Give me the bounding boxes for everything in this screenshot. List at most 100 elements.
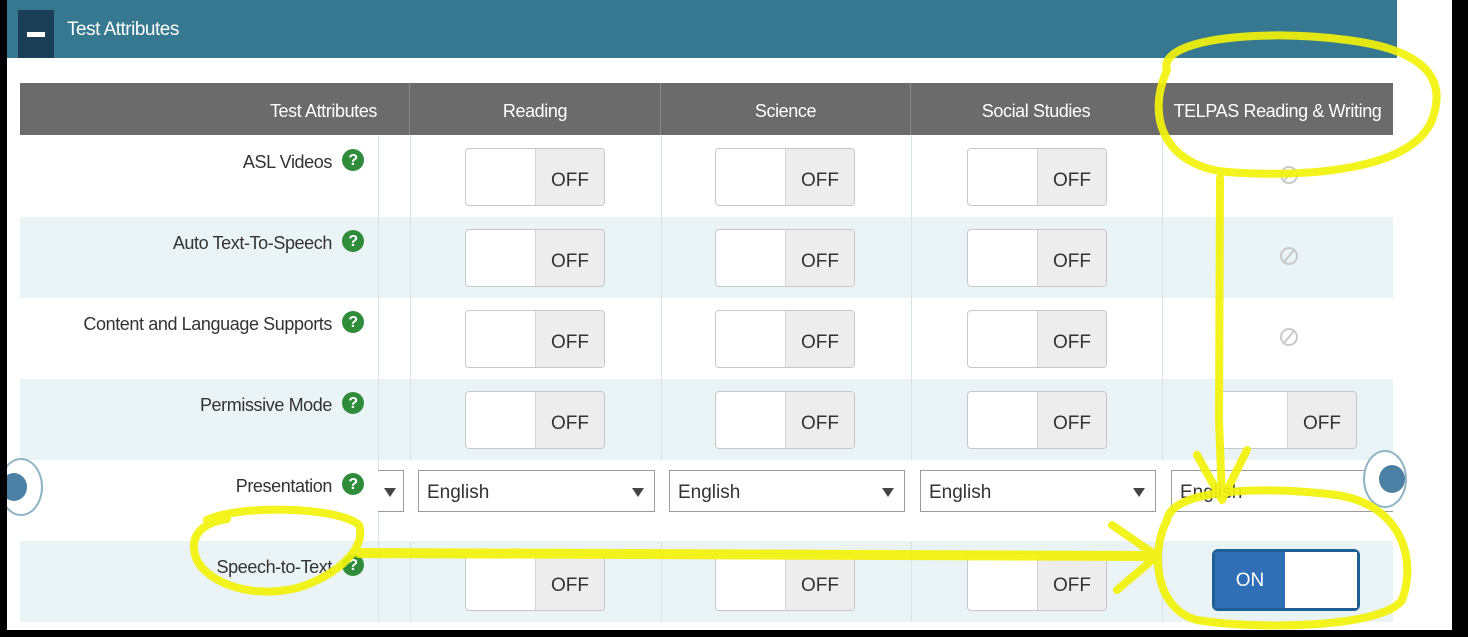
column-divider [911,379,912,460]
column-header-reading: Reading [410,83,661,135]
reading-toggle[interactable]: OFF [465,229,605,287]
test-attributes-panel: Test Attributes Test Attributes Reading … [7,0,1452,630]
science-toggle[interactable]: OFF [715,148,855,206]
help-icon[interactable]: ? [342,554,364,576]
column-divider [410,136,411,217]
toggle-off-label: OFF [785,230,854,286]
toggle-off-label: OFF [535,311,604,367]
table-row: Permissive Mode? OFF OFF OFF OFF [20,379,1393,460]
chevron-down-icon [632,488,644,497]
toggle-off-label: OFF [535,149,604,205]
panel-title: Test Attributes [67,19,179,40]
column-header-telpas: TELPAS Reading & Writing [1173,101,1382,121]
table-row: Speech-to-Text? OFF OFF OFF ON [20,541,1393,622]
row-label-cell: Permissive Mode? [20,379,379,460]
scroll-right-button[interactable] [1363,450,1407,508]
table-row: Auto Text-To-Speech? OFF OFF OFF [20,217,1393,298]
row-label: Speech-to-Text [216,557,333,577]
column-divider [661,298,662,379]
reading-language-select[interactable]: English [418,470,655,512]
select-value: English [678,482,741,503]
column-divider [661,217,662,298]
row-label-cell: Auto Text-To-Speech? [20,217,379,298]
science-toggle[interactable]: OFF [715,310,855,368]
reading-toggle[interactable]: OFF [465,553,605,611]
row-label: Presentation [235,476,333,496]
panel-header: Test Attributes [7,0,1397,58]
toggle-off-label: OFF [1037,230,1106,286]
toggle-on-label: ON [1215,552,1285,608]
toggle-off-label: OFF [1037,149,1106,205]
social-studies-language-select[interactable]: English [920,470,1156,512]
toggle-off-label: OFF [1037,392,1106,448]
science-toggle[interactable]: OFF [715,553,855,611]
grid-header: Test Attributes Reading Science Social S… [20,83,1393,135]
toggle-knob [1289,552,1357,608]
select-value: English [929,482,992,503]
disabled-icon [1280,166,1298,184]
telpas-toggle-on[interactable]: ON [1212,549,1360,611]
column-divider [661,541,662,622]
arrow-left-icon [7,473,27,501]
column-divider [661,379,662,460]
row-label-cell: Speech-to-Text? [20,541,379,622]
toggle-off-label: OFF [785,149,854,205]
telpas-toggle[interactable]: OFF [1217,391,1357,449]
social-studies-toggle[interactable]: OFF [967,229,1107,287]
chevron-down-icon [384,488,396,497]
social-studies-toggle[interactable]: OFF [967,391,1107,449]
social-studies-toggle[interactable]: OFF [967,148,1107,206]
row-label-cell: Content and Language Supports? [20,298,379,379]
chevron-down-icon [882,488,894,497]
column-divider [1162,379,1163,460]
row-label: ASL Videos [242,152,332,172]
help-icon[interactable]: ? [342,311,364,333]
column-divider [410,217,411,298]
science-toggle[interactable]: OFF [715,391,855,449]
help-icon[interactable]: ? [342,392,364,414]
column-divider [1162,217,1163,298]
help-icon[interactable]: ? [342,473,364,495]
science-language-select[interactable]: English [669,470,905,512]
row-label: Auto Text-To-Speech [172,233,333,253]
telpas-language-select[interactable]: English [1171,470,1393,512]
help-icon[interactable]: ? [342,149,364,171]
disabled-icon [1280,328,1298,346]
toggle-off-label: OFF [1287,392,1356,448]
toggle-off-label: OFF [1037,311,1106,367]
reading-toggle[interactable]: OFF [465,148,605,206]
column-divider [911,217,912,298]
chevron-down-icon [1133,488,1145,497]
column-divider [911,541,912,622]
table-row: Content and Language Supports? OFF OFF O… [20,298,1393,379]
row-label: Permissive Mode [199,395,332,415]
table-row: ASL Videos? OFF OFF OFF [20,136,1393,217]
toggle-off-label: OFF [785,392,854,448]
collapse-button[interactable] [18,10,54,58]
column-divider [410,379,411,460]
minus-icon [27,32,45,37]
column-divider [1162,298,1163,379]
column-divider [1162,541,1163,622]
row-label: Content and Language Supports [83,314,332,334]
row-label-cell: Presentation? [20,460,379,541]
reading-toggle[interactable]: OFF [465,391,605,449]
toggle-off-label: OFF [535,392,604,448]
toggle-off-label: OFF [785,311,854,367]
column-header-attributes: Test Attributes [20,83,410,135]
column-divider [661,136,662,217]
toggle-off-label: OFF [535,230,604,286]
toggle-off-label: OFF [535,554,604,610]
column-header-social-studies: Social Studies [911,83,1162,135]
toggle-off-label: OFF [785,554,854,610]
reading-toggle[interactable]: OFF [465,310,605,368]
help-icon[interactable]: ? [342,230,364,252]
science-toggle[interactable]: OFF [715,229,855,287]
hidden-column-select[interactable] [378,470,404,512]
column-divider [410,541,411,622]
column-divider [911,136,912,217]
social-studies-toggle[interactable]: OFF [967,553,1107,611]
toggle-off-label: OFF [1037,554,1106,610]
table-row: Presentation? English English English En… [20,460,1393,541]
social-studies-toggle[interactable]: OFF [967,310,1107,368]
